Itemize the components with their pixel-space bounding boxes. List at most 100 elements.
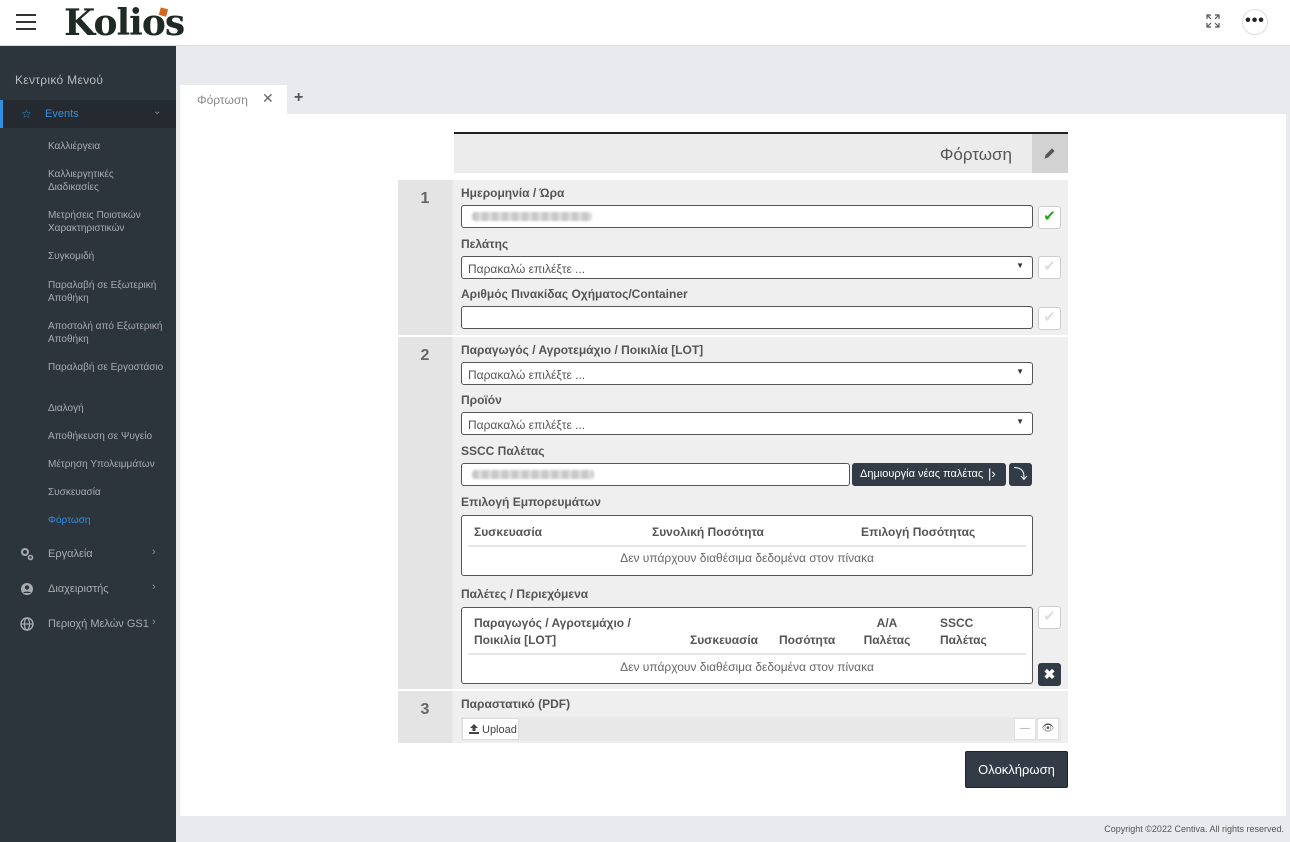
- hamburger-menu-icon[interactable]: [16, 14, 36, 30]
- datetime-field[interactable]: [461, 205, 1033, 228]
- sscc-field[interactable]: [461, 463, 850, 486]
- sidebar-subitem[interactable]: Μετρήσεις Ποιοτικών Χαρακτηριστικών: [48, 209, 166, 235]
- section-1: 1 Ημερομηνία / Ώρα ✔ Πελάτης Παρακαλώ επ…: [398, 180, 1068, 335]
- star-icon: ☆: [21, 107, 32, 121]
- close-icon[interactable]: ✕: [262, 90, 274, 107]
- chevron-down-icon: ⌄: [153, 106, 162, 117]
- sidebar-subitem[interactable]: Καλλιεργητικές Διαδικασίες: [48, 168, 166, 194]
- sidebar-subitem[interactable]: Παραλαβή σε Εργοστάσιο: [48, 361, 166, 374]
- tab-fortosi[interactable]: Φόρτωση ✕: [180, 85, 287, 114]
- plate-confirm-button[interactable]: ✔: [1038, 307, 1061, 330]
- minus-icon: —: [1020, 723, 1030, 734]
- column-header: SSCC Παλέτας: [940, 616, 987, 647]
- upload-button-label: Upload: [482, 724, 517, 736]
- customer-confirm-button[interactable]: ✔: [1038, 256, 1061, 279]
- customer-select-value: Παρακαλώ επιλέξτε ...: [468, 262, 586, 276]
- customer-select[interactable]: Παρακαλώ επιλέξτε ... ▼: [461, 256, 1033, 279]
- import-arrow-button[interactable]: ⤵: [1009, 463, 1032, 486]
- sidebar-item-events[interactable]: ☆ Events ⌄: [0, 100, 176, 128]
- column-header: Συσκευασία: [690, 633, 759, 647]
- sidebar-subitem[interactable]: Μέτρηση Υπολειμμάτων: [48, 458, 166, 471]
- cogs-icon: [20, 547, 34, 561]
- form-header: Φόρτωση: [454, 132, 1068, 173]
- fullscreen-icon[interactable]: [1206, 14, 1220, 28]
- empty-table-message: Δεν υπάρχουν διαθέσιμα δεδομένα στον πίν…: [620, 660, 874, 674]
- datetime-confirm-button[interactable]: ✔: [1038, 206, 1061, 229]
- datetime-label: Ημερομηνία / Ώρα: [461, 186, 565, 200]
- footer: Copyright ©2022 Centiva. All rights rese…: [176, 816, 1290, 842]
- goods-label: Επιλογή Εμπορευμάτων: [461, 495, 601, 509]
- sidebar-subitem[interactable]: Καλλιέργεια: [48, 140, 166, 153]
- section-number: 1: [398, 180, 452, 335]
- main-content: Φόρτωση ✕ + Φόρτωση 1 Ημερομηνία / Ώρα ✔…: [176, 46, 1290, 842]
- section-3: 3 Παραστατικό (PDF) Upload — 👁: [398, 691, 1068, 743]
- section-number: 2: [398, 337, 452, 689]
- top-bar: Kolios ◆ •••: [0, 0, 1290, 46]
- upload-button[interactable]: Upload: [462, 718, 519, 740]
- lot-select[interactable]: Παρακαλώ επιλέξτε ... ▼: [461, 362, 1033, 385]
- sidebar-subitem[interactable]: Συσκευασία: [48, 486, 166, 499]
- header-divider: [468, 545, 1026, 547]
- logo: Kolios ◆: [64, 2, 185, 44]
- column-header: Επιλογή Ποσότητας: [861, 525, 976, 539]
- arrow-turn-down-icon: ⤵: [1013, 466, 1028, 482]
- copyright-text: Copyright ©2022 Centiva. All rights rese…: [1104, 824, 1284, 834]
- sidebar-subitem[interactable]: Συγκομιδή: [48, 250, 166, 263]
- eye-icon: 👁: [1041, 723, 1055, 734]
- sidebar-item-label: Διαχειριστής: [48, 583, 109, 595]
- sidebar-subitem[interactable]: Αποστολή από Εξωτερική Αποθήκη: [48, 320, 166, 346]
- chevron-right-icon: |›: [988, 466, 996, 481]
- pallets-confirm-button[interactable]: ✔: [1038, 606, 1061, 629]
- finish-button[interactable]: Ολοκλήρωση: [965, 751, 1068, 788]
- lot-select-value: Παρακαλώ επιλέξτε ...: [468, 368, 586, 382]
- sidebar-item-label: Events: [45, 108, 79, 120]
- column-header: Ποσότητα: [779, 633, 836, 647]
- pallets-label: Παλέτες / Περιεχόμενα: [461, 587, 589, 601]
- upload-row: Upload — 👁: [461, 717, 1061, 741]
- add-tab-button[interactable]: +: [294, 89, 303, 107]
- pencil-icon: [1044, 148, 1055, 159]
- close-icon: ✖: [1043, 666, 1056, 682]
- product-select[interactable]: Παρακαλώ επιλέξτε ... ▼: [461, 412, 1033, 435]
- new-pallet-button[interactable]: Δημιουργία νέας παλέτας |›: [852, 463, 1006, 486]
- section-number: 3: [398, 691, 452, 743]
- form-title: Φόρτωση: [939, 145, 1012, 164]
- goods-table: Συσκευασία Συνολική Ποσότητα Επιλογή Ποσ…: [461, 515, 1033, 576]
- redacted-value: [472, 470, 594, 479]
- caret-down-icon: ▼: [1016, 367, 1024, 376]
- header-divider: [468, 653, 1026, 655]
- user-circle-icon: [20, 582, 34, 596]
- chevron-right-icon: ›: [152, 546, 156, 558]
- form-panel: Φόρτωση 1 Ημερομηνία / Ώρα ✔ Πελάτης Παρ…: [180, 114, 1286, 816]
- chevron-right-icon: ›: [152, 581, 156, 593]
- pallets-table: Παραγωγός / Αγροτεμάχιο / Ποικιλία [LOT]…: [461, 607, 1033, 684]
- delete-pallet-button[interactable]: ✖: [1038, 663, 1061, 686]
- sidebar-subitem[interactable]: Φόρτωση: [48, 514, 166, 527]
- product-select-value: Παρακαλώ επιλέξτε ...: [468, 418, 586, 432]
- plate-field[interactable]: [461, 306, 1033, 329]
- document-label: Παραστατικό (PDF): [461, 697, 571, 711]
- more-options-button[interactable]: •••: [1242, 9, 1268, 35]
- sidebar-subitem[interactable]: Διαλογή: [48, 402, 166, 415]
- globe-icon: [20, 617, 34, 631]
- sidebar-item[interactable]: Περιοχή Μελών GS1 ›: [0, 614, 176, 636]
- upload-icon: [469, 724, 479, 734]
- remove-file-button[interactable]: —: [1014, 718, 1036, 740]
- column-header: Συνολική Ποσότητα: [652, 525, 764, 539]
- column-header: Παραγωγός / Αγροτεμάχιο / Ποικιλία [LOT]: [474, 616, 631, 647]
- sidebar-subitem[interactable]: Παραλαβή σε Εξωτερική Αποθήκη: [48, 279, 166, 305]
- sscc-label: SSCC Παλέτας: [461, 444, 545, 458]
- caret-down-icon: ▼: [1016, 417, 1024, 426]
- redacted-value: [472, 212, 592, 221]
- sidebar-subitem[interactable]: Αποθήκευση σε Ψυγείο: [48, 430, 166, 443]
- caret-down-icon: ▼: [1016, 261, 1024, 270]
- sidebar-item[interactable]: Εργαλεία ›: [0, 544, 176, 566]
- preview-file-button[interactable]: 👁: [1037, 718, 1059, 740]
- sidebar-item[interactable]: Διαχειριστής ›: [0, 579, 176, 601]
- sidebar: Κεντρικό Μενού ☆ Events ⌄ Καλλιέργεια Καλ…: [0, 46, 176, 842]
- edit-button[interactable]: [1032, 134, 1068, 173]
- new-pallet-button-label: Δημιουργία νέας παλέτας: [860, 468, 984, 480]
- sidebar-item-label: Εργαλεία: [48, 548, 93, 560]
- empty-table-message: Δεν υπάρχουν διαθέσιμα δεδομένα στον πίν…: [620, 551, 874, 565]
- customer-label: Πελάτης: [461, 237, 509, 251]
